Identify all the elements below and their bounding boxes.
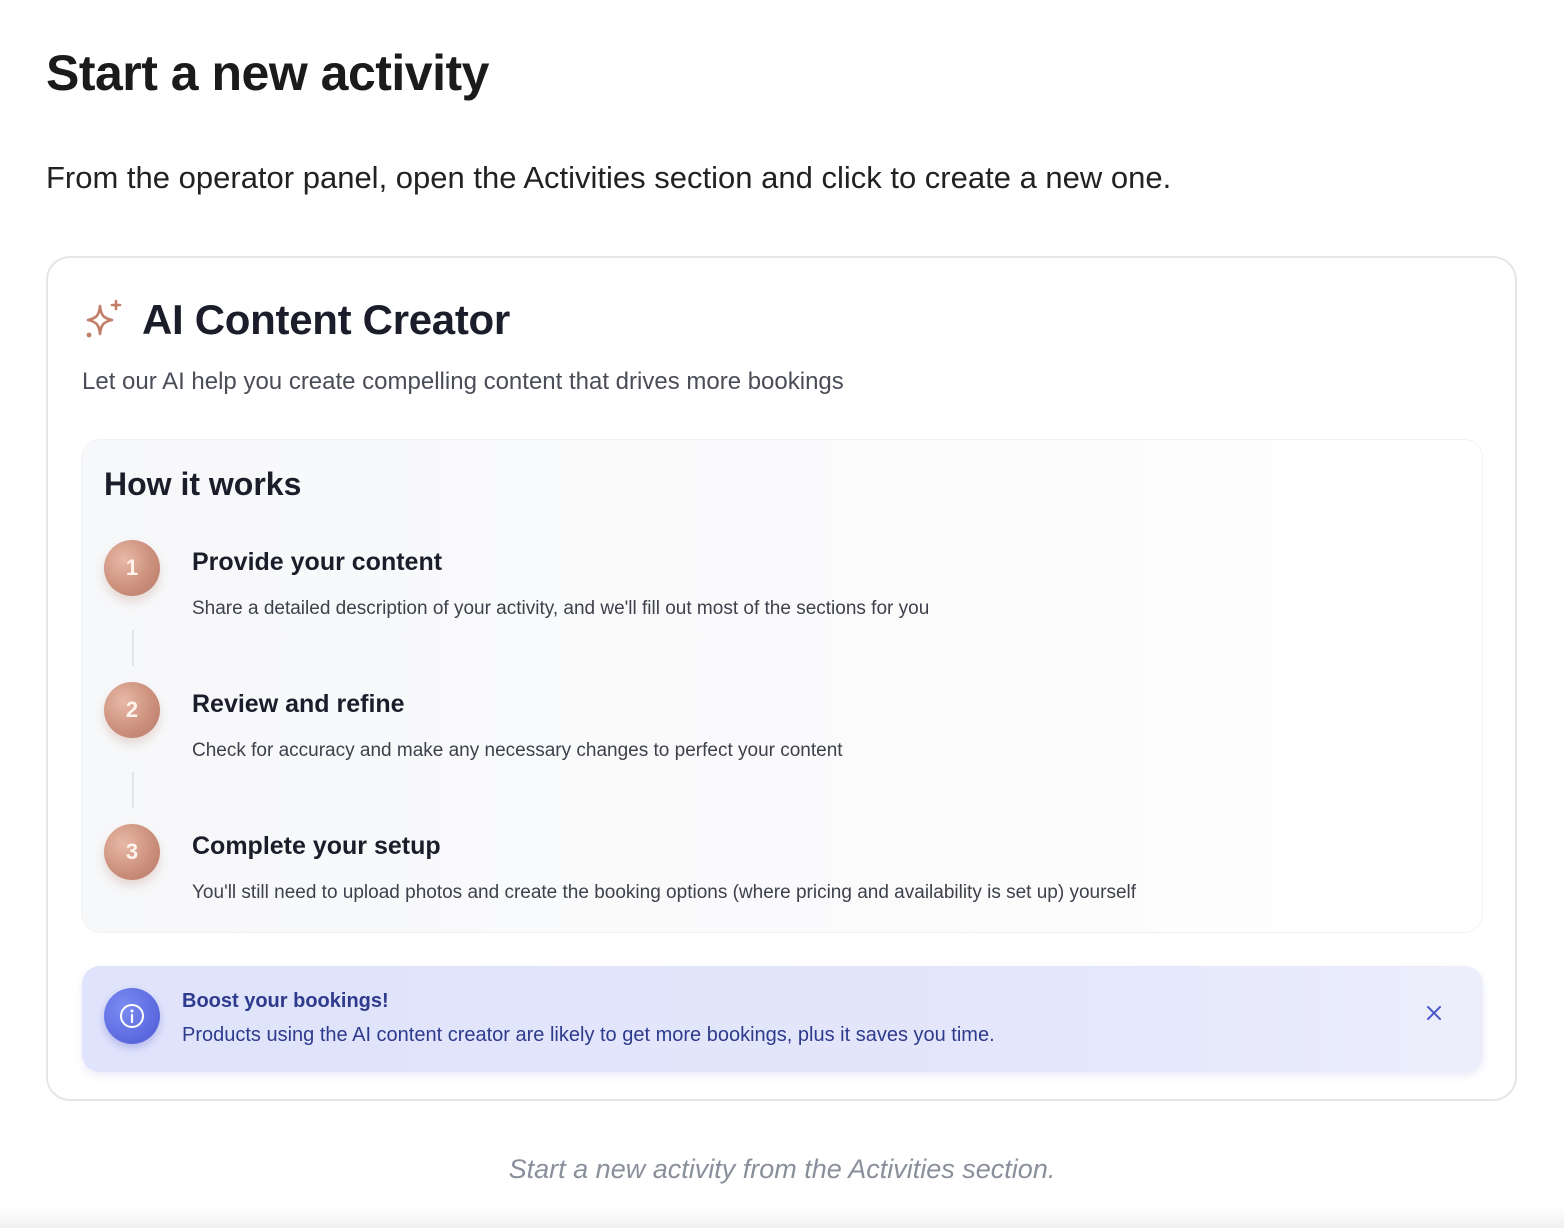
intro-text: From the operator panel, open the Activi… bbox=[46, 160, 1172, 195]
alert-title: Boost your bookings! bbox=[182, 990, 389, 1012]
step-title: Complete your setup bbox=[192, 832, 441, 860]
alert-text: Products using the AI content creator ar… bbox=[182, 1024, 995, 1046]
step-connector bbox=[132, 630, 134, 666]
ai-content-creator-card: AI Content Creator Let our AI help you c… bbox=[46, 256, 1517, 1101]
sparkle-icon bbox=[86, 299, 122, 338]
page: Start a new activity From the operator p… bbox=[0, 0, 1564, 1228]
close-button[interactable] bbox=[1419, 998, 1449, 1028]
page-title: Start a new activity bbox=[46, 45, 489, 101]
step-number-badge: 3 bbox=[104, 824, 160, 880]
card-subtitle: Let our AI help you create compelling co… bbox=[82, 368, 844, 395]
info-icon bbox=[104, 988, 160, 1044]
step-number-badge: 1 bbox=[104, 540, 160, 596]
card-header: AI Content Creator bbox=[82, 296, 510, 344]
card-title: AI Content Creator bbox=[142, 296, 510, 343]
step-description: You'll still need to upload photos and c… bbox=[192, 882, 1137, 903]
step-title: Review and refine bbox=[192, 690, 405, 718]
figure-caption: Start a new activity from the Activities… bbox=[508, 1154, 1056, 1184]
step-number-badge: 2 bbox=[104, 682, 160, 738]
step-title: Provide your content bbox=[192, 548, 443, 576]
bottom-fade bbox=[0, 1206, 1564, 1228]
how-it-works-panel: How it works 1 Provide your content Shar… bbox=[82, 440, 1482, 932]
step-connector bbox=[132, 772, 134, 808]
close-icon bbox=[1427, 1006, 1441, 1020]
how-it-works-title: How it works bbox=[104, 466, 302, 502]
boost-bookings-alert: Boost your bookings! Products using the … bbox=[82, 966, 1483, 1072]
step-description: Check for accuracy and make any necessar… bbox=[192, 740, 843, 761]
step-description: Share a detailed description of your act… bbox=[192, 598, 930, 619]
